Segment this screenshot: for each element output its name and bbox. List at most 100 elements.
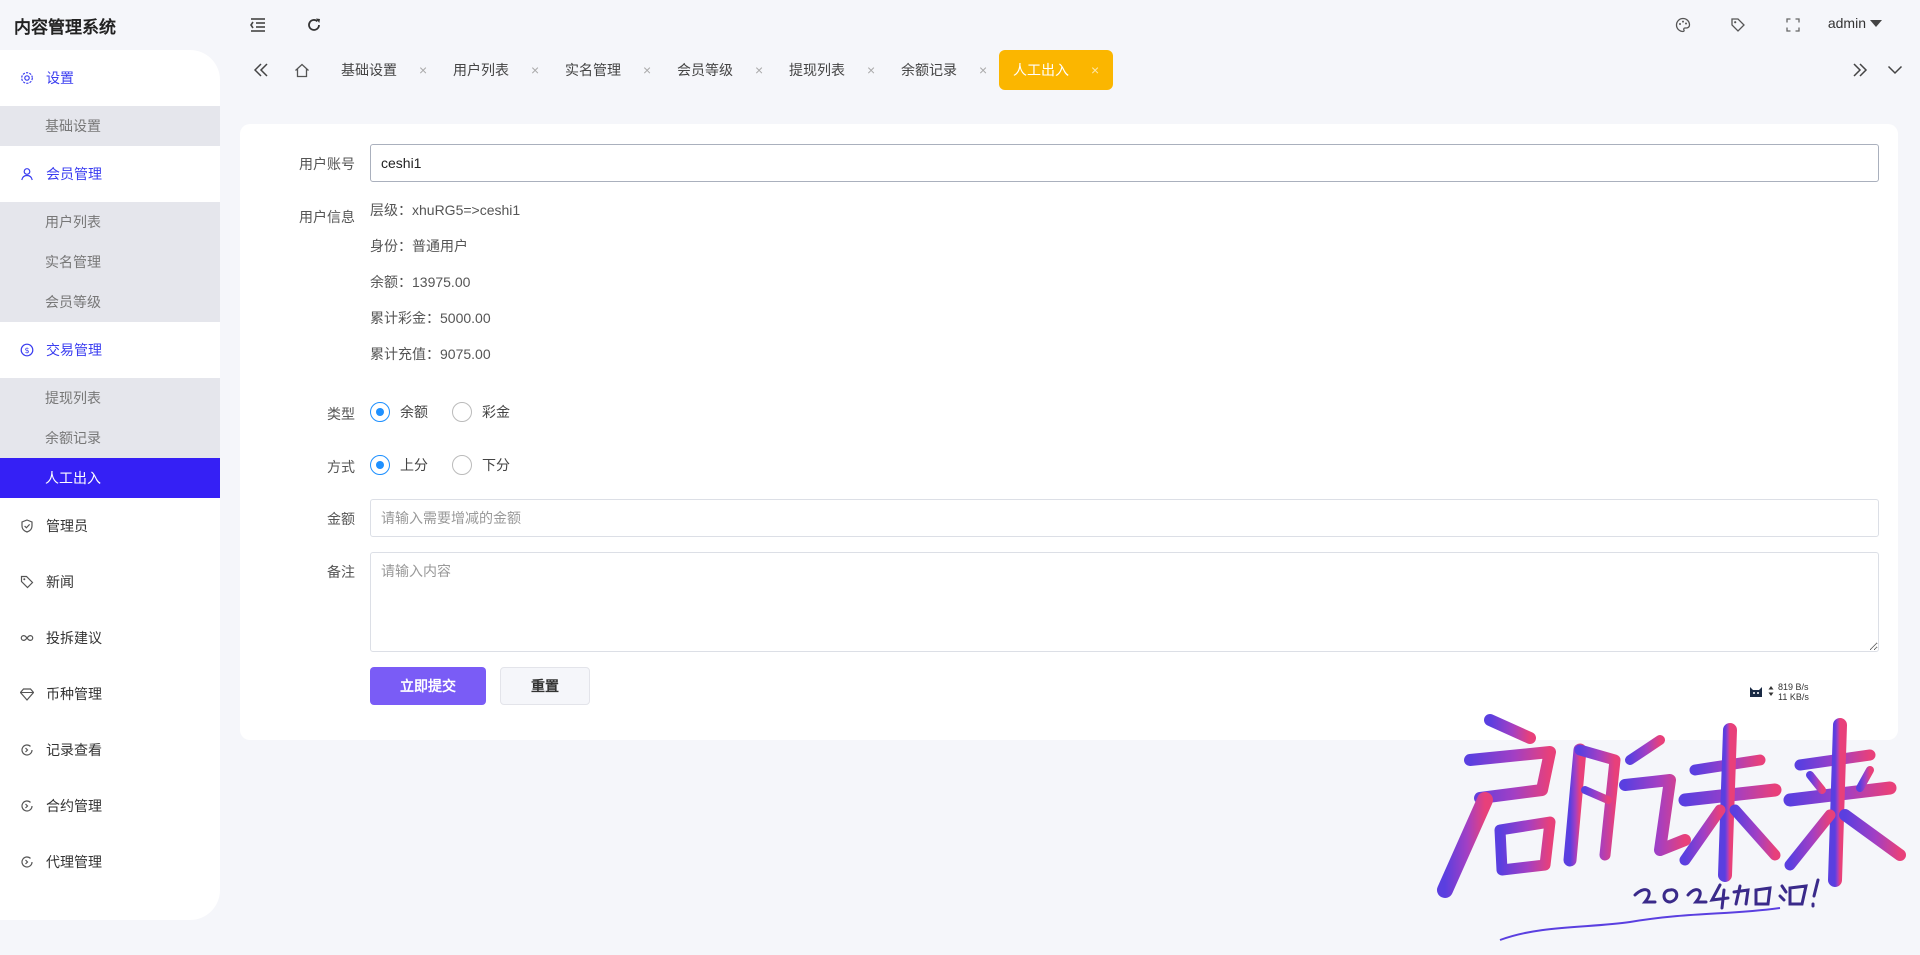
mode-label: 方式: [327, 459, 355, 475]
info-total-recharge: 累计充值：9075.00: [370, 346, 491, 362]
manual-adjust-form: 用户账号 用户信息 层级：xhuRG5=>ceshi1 身份：普通用户 余额：1…: [240, 124, 1898, 740]
circle-arrow-icon: [20, 855, 34, 869]
sidebar-group-news[interactable]: 新闻: [0, 554, 220, 610]
tab-label: 人工出入: [1013, 62, 1069, 78]
tab-menu-chevron-down-icon[interactable]: [1880, 50, 1910, 90]
tab-manual-adjust[interactable]: 人工出入 ×: [999, 50, 1114, 90]
tab-member-level[interactable]: 会员等级 ×: [663, 50, 777, 90]
mode-radio-subtract[interactable]: 下分: [452, 455, 510, 475]
sidebar-group-label: 设置: [46, 70, 74, 86]
submenu-members: 用户列表 实名管理 会员等级: [0, 202, 220, 322]
tab-user-list[interactable]: 用户列表 ×: [439, 50, 553, 90]
remark-label: 备注: [327, 564, 355, 580]
sidebar-group-label: 记录查看: [46, 742, 102, 758]
app-title: 内容管理系统: [14, 18, 116, 37]
sidebar-group-label: 代理管理: [46, 854, 102, 870]
submenu-settings: 基础设置: [0, 106, 220, 146]
amount-label: 金额: [327, 511, 355, 527]
info-identity: 身份：普通用户: [370, 238, 468, 254]
sidebar-group-label: 合约管理: [46, 798, 102, 814]
circle-arrow-icon: [20, 799, 34, 813]
tag-icon[interactable]: [1727, 14, 1749, 36]
tab-bar: 基础设置 × 用户列表 × 实名管理 × 会员等级 × 提现列表 × 余额记录 …: [240, 50, 1920, 90]
tab-label: 会员等级: [677, 62, 733, 78]
chevron-down-icon: [1870, 19, 1882, 27]
sidebar-group-agents[interactable]: 代理管理: [0, 834, 220, 890]
mode-radio-add[interactable]: 上分: [370, 455, 428, 475]
submit-button[interactable]: 立即提交: [370, 667, 486, 705]
sidebar-group-records[interactable]: 记录查看: [0, 722, 220, 778]
user-info-label: 用户信息: [299, 209, 355, 225]
type-radio-balance[interactable]: 余额: [370, 402, 428, 422]
submenu-trade: 提现列表 余额记录 人工出入: [0, 378, 220, 498]
radio-label: 下分: [482, 457, 510, 473]
tab-withdraw-list[interactable]: 提现列表 ×: [775, 50, 889, 90]
reset-button[interactable]: 重置: [500, 667, 590, 705]
tab-label: 余额记录: [901, 62, 957, 78]
amount-input[interactable]: [370, 499, 1879, 537]
sidebar-group-admins[interactable]: 管理员: [0, 498, 220, 554]
infinity-icon: [20, 631, 34, 645]
info-level: 层级：xhuRG5=>ceshi1: [370, 202, 521, 218]
sidebar-group-trade[interactable]: $ 交易管理: [0, 322, 220, 378]
diamond-icon: [20, 687, 34, 701]
sidebar-item-withdraw-list[interactable]: 提现列表: [0, 378, 220, 418]
type-radio-bonus[interactable]: 彩金: [452, 402, 510, 422]
sidebar-group-settings[interactable]: 设置: [0, 50, 220, 106]
close-icon[interactable]: ×: [1091, 62, 1099, 78]
scroll-left-icon[interactable]: [246, 50, 276, 90]
tab-label: 实名管理: [565, 62, 621, 78]
remark-textarea[interactable]: [370, 552, 1879, 652]
scroll-right-icon[interactable]: [1845, 50, 1875, 90]
dollar-icon: $: [20, 343, 34, 357]
close-icon[interactable]: ×: [867, 62, 875, 78]
username: admin: [1827, 15, 1866, 31]
tag-icon: [20, 575, 34, 589]
close-icon[interactable]: ×: [979, 62, 987, 78]
gear-icon: [20, 71, 34, 85]
tab-basic-settings[interactable]: 基础设置 ×: [327, 50, 441, 90]
radio-label: 上分: [400, 457, 428, 473]
close-icon[interactable]: ×: [419, 62, 427, 78]
account-label: 用户账号: [299, 156, 355, 172]
sidebar-group-label: 交易管理: [46, 342, 102, 358]
sidebar-item-basic-settings[interactable]: 基础设置: [0, 106, 220, 146]
close-icon[interactable]: ×: [643, 62, 651, 78]
tab-real-name[interactable]: 实名管理 ×: [551, 50, 665, 90]
sidebar-group-label: 币种管理: [46, 686, 102, 702]
close-icon[interactable]: ×: [531, 62, 539, 78]
sidebar-group-contracts[interactable]: 合约管理: [0, 778, 220, 834]
sidebar-item-manual-adjust[interactable]: 人工出入: [0, 458, 220, 498]
svg-text:$: $: [24, 346, 29, 355]
tab-balance-records[interactable]: 余额记录 ×: [887, 50, 1001, 90]
type-label: 类型: [327, 406, 355, 422]
refresh-icon[interactable]: [303, 14, 325, 36]
sidebar-item-balance-records[interactable]: 余额记录: [0, 418, 220, 458]
radio-label: 彩金: [482, 404, 510, 420]
sidebar-group-members[interactable]: 会员管理: [0, 146, 220, 202]
sidebar-group-label: 管理员: [46, 518, 88, 534]
info-total-bonus: 累计彩金：5000.00: [370, 310, 491, 326]
sidebar-item-member-level[interactable]: 会员等级: [0, 282, 220, 322]
sidebar-group-label: 会员管理: [46, 166, 102, 182]
sidebar-item-real-name[interactable]: 实名管理: [0, 242, 220, 282]
tab-label: 基础设置: [341, 62, 397, 78]
info-balance: 余额：13975.00: [370, 274, 471, 290]
radio-unchecked-icon: [452, 402, 472, 422]
menu-fold-icon[interactable]: [247, 14, 269, 36]
circle-arrow-icon: [20, 743, 34, 757]
sidebar-item-user-list[interactable]: 用户列表: [0, 202, 220, 242]
radio-checked-icon: [370, 402, 390, 422]
radio-label: 余额: [400, 404, 428, 420]
type-radio-group: 余额 彩金: [370, 402, 534, 422]
radio-checked-icon: [370, 455, 390, 475]
close-icon[interactable]: ×: [755, 62, 763, 78]
home-icon[interactable]: [287, 50, 317, 90]
sidebar: 设置 基础设置 会员管理 用户列表 实名管理 会员等级 $ 交易管理 提现列表 …: [0, 50, 220, 920]
fullscreen-icon[interactable]: [1782, 14, 1804, 36]
sidebar-group-currency[interactable]: 币种管理: [0, 666, 220, 722]
sidebar-group-feedback[interactable]: 投拆建议: [0, 610, 220, 666]
palette-icon[interactable]: [1672, 14, 1694, 36]
account-input[interactable]: [370, 144, 1879, 182]
user-menu[interactable]: admin: [1828, 15, 1882, 31]
